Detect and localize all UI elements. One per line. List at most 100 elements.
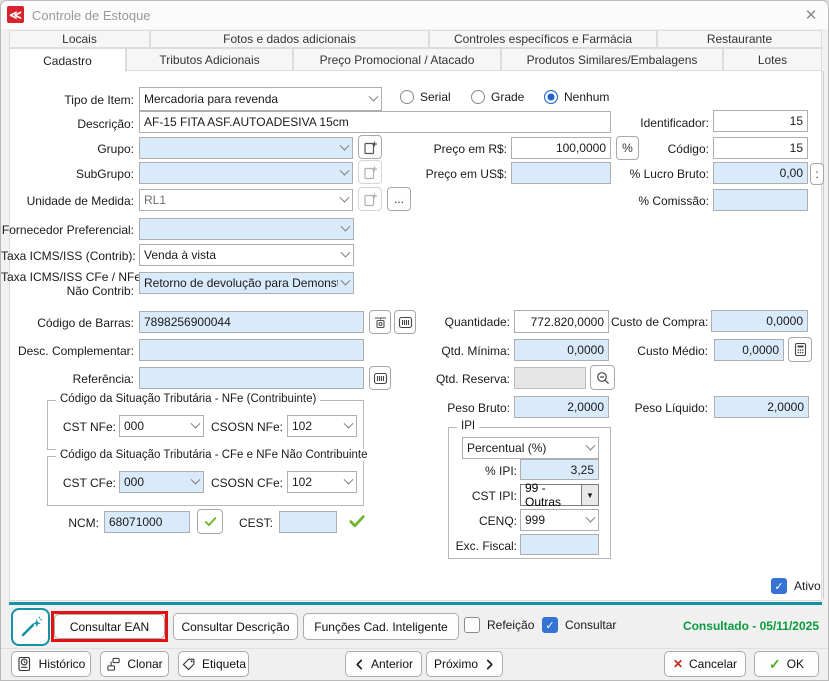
etiqueta-button[interactable]: Etiqueta [178, 651, 249, 677]
consultar-descricao-button[interactable]: Consultar Descrição [173, 613, 298, 640]
radio-circle-icon [471, 90, 485, 104]
percent-button[interactable]: % [616, 136, 639, 160]
peso-bruto-label: Peso Bruto: [438, 401, 510, 415]
chevron-down-icon [191, 418, 201, 428]
anterior-label: Anterior [371, 657, 413, 671]
custo-compra-label: Custo de Compra: [611, 315, 708, 329]
custo-medio-input[interactable]: 0,0000 [714, 339, 784, 361]
anterior-button[interactable]: Anterior [345, 651, 422, 677]
cancelar-label: Cancelar [689, 657, 737, 671]
custo-compra-input[interactable]: 0,0000 [711, 310, 808, 332]
taxa-contrib-select[interactable]: Venda à vista [139, 244, 354, 266]
barcode-button[interactable] [394, 310, 416, 334]
taxa-nao-contrib-select[interactable]: Retorno de devolução para Demonstraç [139, 272, 354, 294]
radio-nenhum[interactable]: Nenhum [544, 90, 609, 104]
grupo-select[interactable] [139, 137, 353, 159]
consultar-checkbox[interactable]: ✓Consultar [542, 617, 616, 633]
cst-nfe-select[interactable]: 000 [119, 415, 204, 437]
referencia-input[interactable] [139, 367, 364, 389]
browse-unidade-button[interactable]: ... [387, 187, 411, 211]
refeicao-checkbox[interactable]: Refeição [464, 617, 534, 633]
referencia-barcode-button[interactable] [369, 366, 391, 390]
funcoes-label: Funções Cad. Inteligente [314, 620, 447, 634]
close-icon[interactable]: ✕ [800, 4, 822, 26]
cenq-select[interactable]: 999 [520, 509, 599, 531]
add-document-icon [363, 192, 378, 207]
cest-input[interactable] [279, 511, 337, 533]
desc-complementar-input[interactable] [139, 339, 364, 361]
tipo-de-item-select[interactable]: Mercadoria para revenda [139, 87, 382, 111]
quantidade-input[interactable]: 772.820,0000 [514, 310, 609, 333]
search-reserva-button[interactable] [590, 365, 615, 390]
cst-ipi-select[interactable]: 99 - Outras▼ [520, 484, 599, 506]
peso-bruto-input[interactable]: 2,0000 [514, 396, 609, 418]
add-grupo-button[interactable] [358, 135, 382, 159]
right-splitter[interactable] [823, 71, 824, 599]
grupo-label: Grupo: [1, 142, 134, 156]
window-title: Controle de Estoque [32, 8, 151, 23]
desc-complementar-label: Desc. Complementar: [1, 344, 134, 358]
pct-ipi-input[interactable]: 3,25 [520, 459, 599, 480]
consultar-ean-highlight [51, 611, 168, 642]
magic-wand-button[interactable] [11, 608, 50, 646]
ncm-validate-button[interactable] [197, 509, 223, 534]
tab-produtos-similares[interactable]: Produtos Similares/Embalagens [501, 48, 723, 71]
tab-restaurante[interactable]: Restaurante [657, 30, 822, 48]
csosn-nfe-select[interactable]: 102 [287, 415, 357, 437]
subgrupo-select[interactable] [139, 162, 353, 184]
historico-button[interactable]: Histórico [11, 651, 91, 677]
chevron-down-icon [586, 512, 596, 522]
tab-tributos-adicionais[interactable]: Tributos Adicionais [126, 48, 293, 71]
tab-label: Produtos Similares/Embalagens [527, 53, 698, 67]
fornecedor-select[interactable] [139, 218, 354, 240]
tab-fotos-dados-adicionais[interactable]: Fotos e dados adicionais [150, 30, 429, 48]
stock-control-dialog: ≪ Controle de Estoque ✕ Locais Fotos e d… [0, 0, 829, 681]
descricao-input[interactable]: AF-15 FITA ASF.AUTOADESIVA 15cm [139, 111, 611, 133]
ok-label: OK [787, 657, 804, 671]
checkbox-checked-icon: ✓ [771, 578, 787, 594]
scale-button[interactable] [369, 310, 391, 334]
lucro-bruto-input[interactable]: 0,00 [713, 162, 808, 184]
codigo-barras-input[interactable]: 7898256900044 [139, 311, 364, 333]
unidade-medida-select[interactable]: RL1 [139, 189, 353, 211]
tab-locais[interactable]: Locais [9, 30, 150, 48]
subgrupo-label: SubGrupo: [1, 167, 134, 181]
add-subgrupo-button[interactable] [358, 160, 382, 184]
funcoes-cad-inteligente-button[interactable]: Funções Cad. Inteligente [303, 613, 459, 640]
taxa-nao-contrib-label-line1: Taxa ICMS/ISS CFe / NFe [1, 270, 134, 284]
tab-controles-especificos-farmacia[interactable]: Controles específicos e Farmácia [429, 30, 657, 48]
peso-liquido-input[interactable]: 2,0000 [714, 396, 809, 418]
cancel-x-icon: ✕ [673, 657, 683, 671]
ok-button[interactable]: ✓OK [754, 651, 819, 677]
identificador-input[interactable]: 15 [713, 110, 808, 132]
clonar-button[interactable]: Clonar [100, 651, 169, 677]
proximo-button[interactable]: Próximo [426, 651, 503, 677]
exc-fiscal-input[interactable] [520, 534, 599, 555]
tab-cadastro[interactable]: Cadastro [9, 48, 126, 72]
tab-preco-promocional[interactable]: Preço Promocional / Atacado [293, 48, 501, 71]
comissao-input[interactable] [713, 189, 808, 211]
ipi-mode-select[interactable]: Percentual (%) [462, 437, 599, 459]
radio-grade-label: Grade [491, 90, 524, 104]
search-minus-icon [595, 370, 611, 386]
csosn-cfe-select[interactable]: 102 [287, 471, 357, 493]
refeicao-label: Refeição [487, 618, 534, 632]
tab-lotes[interactable]: Lotes [723, 48, 822, 71]
ncm-input[interactable]: 68071000 [104, 511, 190, 533]
codigo-input[interactable]: 15 [713, 137, 808, 159]
radio-serial[interactable]: Serial [400, 90, 451, 104]
csosn-nfe-value: 102 [292, 419, 312, 433]
qtd-minima-input[interactable]: 0,0000 [514, 339, 609, 361]
preco-us-input[interactable] [511, 162, 611, 184]
chevron-down-icon [340, 192, 350, 202]
ativo-checkbox[interactable]: ✓Ativo [771, 578, 821, 594]
side-panel-toggle-button[interactable]: : [810, 163, 824, 185]
footer-divider [1, 648, 828, 649]
cancelar-button[interactable]: ✕ Cancelar [664, 651, 746, 677]
cest-validate-button[interactable] [343, 508, 370, 534]
radio-grade[interactable]: Grade [471, 90, 524, 104]
preco-rs-input[interactable]: 100,0000 [511, 137, 611, 159]
cst-cfe-select[interactable]: 000 [119, 471, 204, 493]
calculator-button[interactable] [788, 337, 812, 362]
add-unidade-button[interactable] [358, 187, 382, 211]
